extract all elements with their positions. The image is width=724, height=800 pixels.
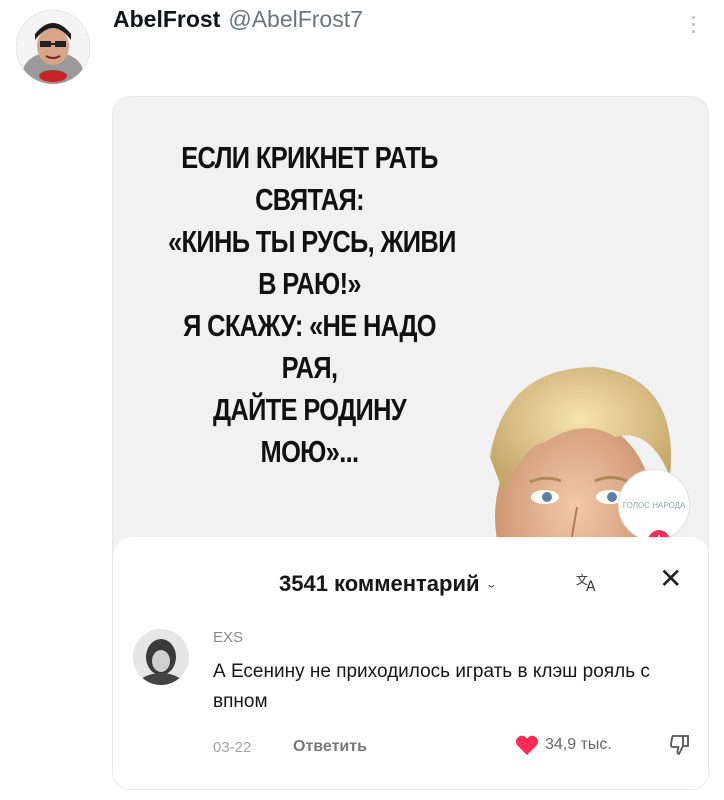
comment-username[interactable]: EXS xyxy=(213,629,243,646)
heart-icon xyxy=(515,735,539,755)
tweet-header: AbelFrost @AbelFrost7 xyxy=(113,6,363,33)
comment-date: 03-22 xyxy=(213,739,252,756)
comments-count[interactable]: 3541 комментарий ⌄ xyxy=(279,571,497,597)
more-vertical-icon[interactable] xyxy=(682,10,704,38)
poster-line: РАЯ, xyxy=(281,350,338,385)
poster-line: ДАЙТЕ РОДИНУ xyxy=(212,392,407,427)
commenter-avatar[interactable] xyxy=(133,629,189,685)
comments-title: 3541 комментарий xyxy=(279,571,480,596)
poster-text: ЕСЛИ КРИКНЕТ РАТЬ СВЯТАЯ: «КИНЬ ТЫ РУСЬ,… xyxy=(168,137,456,473)
badge-text: ГОЛОС НАРОДА xyxy=(622,500,686,510)
user-handle[interactable]: @AbelFrost7 xyxy=(228,6,363,33)
tweet-media[interactable]: ЕСЛИ КРИКНЕТ РАТЬ СВЯТАЯ: «КИНЬ ТЫ РУСЬ,… xyxy=(112,96,709,790)
chevron-down-icon: ⌄ xyxy=(485,578,498,590)
poster-line: ЕСЛИ КРИКНЕТ РАТЬ xyxy=(181,140,438,175)
close-icon[interactable]: ✕ xyxy=(659,565,682,593)
display-name[interactable]: AbelFrost xyxy=(113,6,220,33)
comment-text: А Есенину не приходилось играть в клэш р… xyxy=(213,661,650,712)
reply-button[interactable]: Ответить xyxy=(293,738,367,756)
like-button[interactable]: 34,9 тыс. xyxy=(515,734,612,756)
poster-line: В РАЮ!» xyxy=(258,266,361,301)
dislike-icon[interactable] xyxy=(668,733,692,762)
poster-line: СВЯТАЯ: xyxy=(255,182,364,217)
like-count: 34,9 тыс. xyxy=(545,736,612,753)
poster-line: «КИНЬ ТЫ РУСЬ, ЖИВИ xyxy=(168,224,456,259)
poster-line: Я СКАЖУ: «НЕ НАДО xyxy=(183,308,436,343)
author-avatar[interactable] xyxy=(16,10,90,84)
translate-icon[interactable]: 文 A xyxy=(575,571,601,598)
svg-text:A: A xyxy=(586,579,596,593)
poster-line: МОЮ»... xyxy=(260,434,360,469)
comments-sheet: 3541 комментарий ⌄ 文 A ✕ EXS А Есенину н… xyxy=(113,537,708,789)
